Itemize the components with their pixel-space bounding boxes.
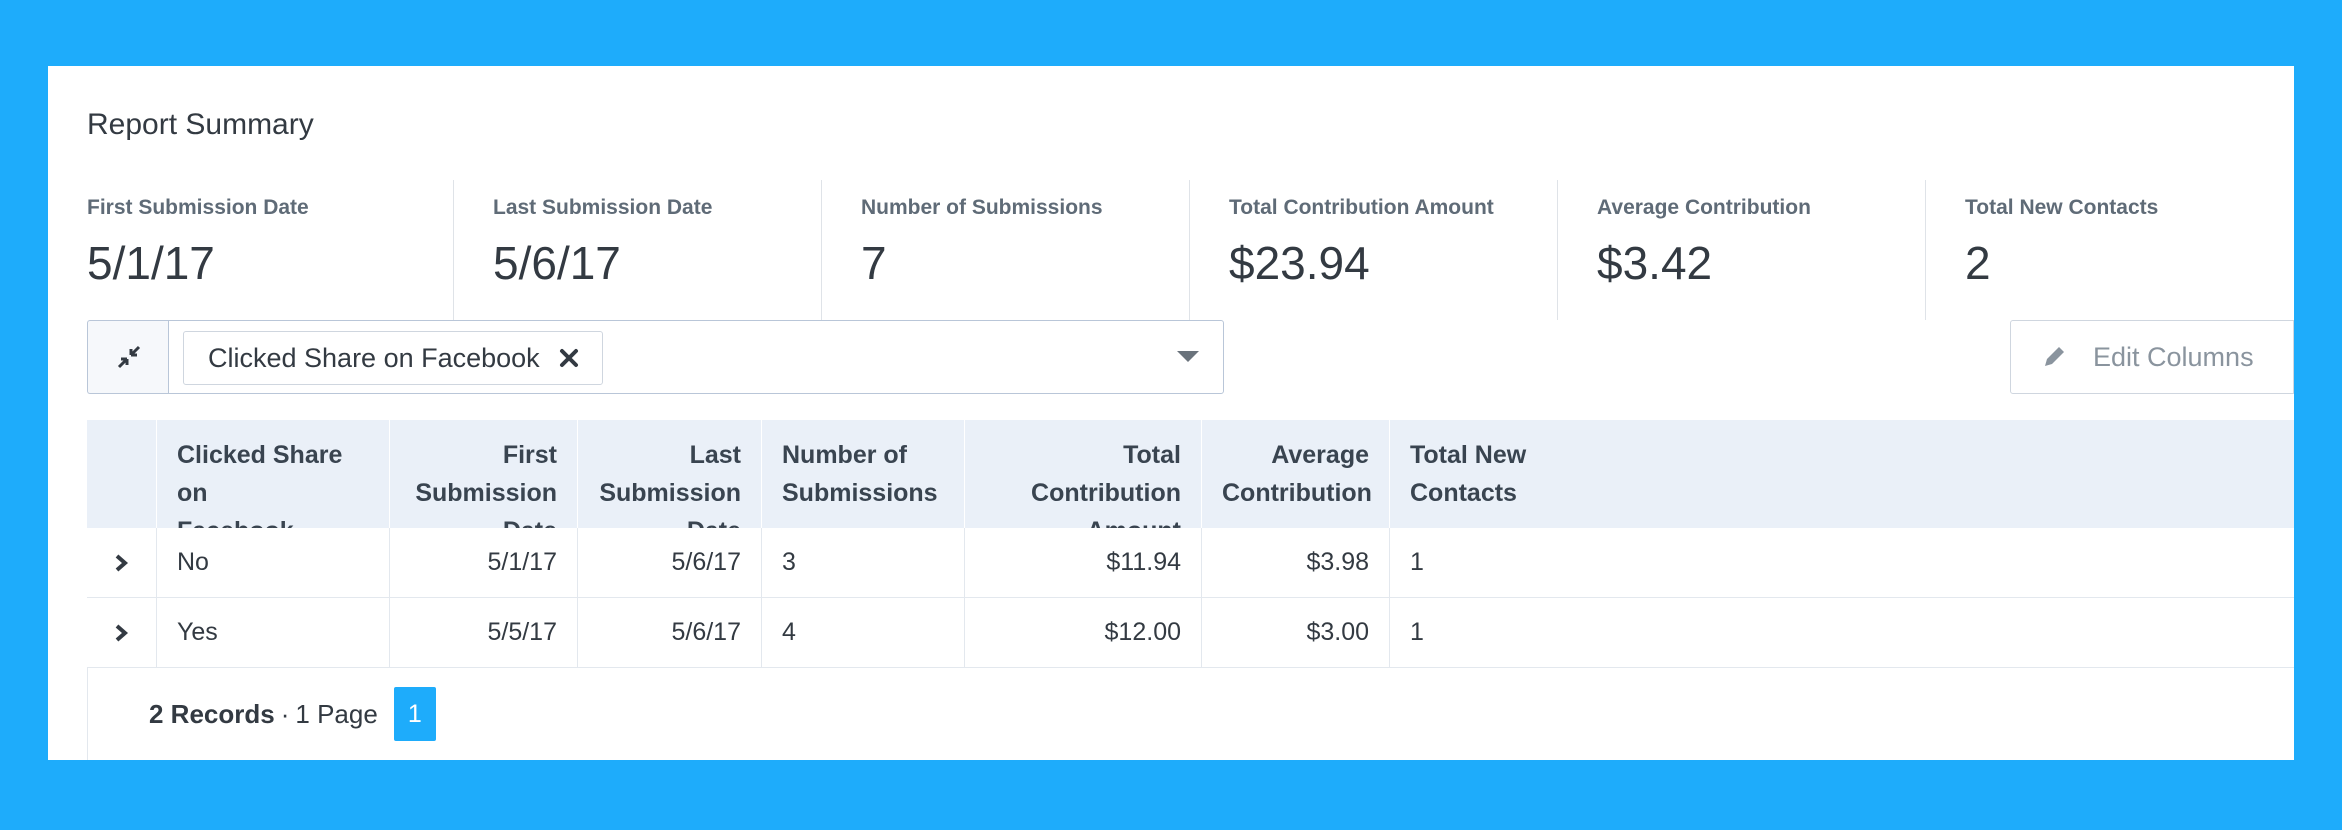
header-number-submissions[interactable]: Number of Submissions [762,420,965,528]
cell-last: 5/6/17 [578,598,762,667]
header-clicked-share[interactable]: Clicked Share on Facebook [157,420,390,545]
header-line: First Submission [415,441,557,507]
header-line: Number of [782,441,907,469]
stat-label: Number of Submissions [861,196,1103,219]
cell-contacts: 1 [1410,548,1424,576]
header-line: Total New [1410,441,1527,469]
table-header: Clicked Share on Facebook First Submissi… [87,420,2294,545]
report-title: Report Summary [87,108,314,141]
table-row: No 5/1/17 5/6/17 3 $11.94 $3.98 1 [87,528,2294,598]
header-line: Total Contribution [1031,441,1181,507]
cell-avg: $3.00 [1202,598,1390,667]
stat-total-contribution: Total Contribution Amount $23.94 [1189,180,1557,320]
chevron-right-icon [115,623,128,642]
table-row: Yes 5/5/17 5/6/17 4 $12.00 $3.00 1 [87,598,2294,668]
stat-value: 7 [861,237,887,289]
stat-label: Total Contribution Amount [1229,196,1494,219]
cell-share: No [157,528,390,597]
collapse-arrows-icon [117,345,140,369]
stat-value: 2 [1965,237,1991,289]
cell-share: Yes [157,598,390,667]
filter-chip: Clicked Share on Facebook [183,331,603,385]
chevron-right-icon [115,553,128,572]
stat-label: First Submission Date [87,196,309,219]
filter-chip-label: Clicked Share on Facebook [208,342,540,373]
report-table: Clicked Share on Facebook First Submissi… [87,420,2294,760]
pagination: 2 Records · 1 Page 1 [149,668,436,760]
cell-count: 3 [762,528,965,597]
header-first-submission[interactable]: First Submission Date [390,420,578,545]
cell-total: $11.94 [965,528,1202,597]
pencil-icon [2041,344,2067,370]
stat-average-contribution: Average Contribution $3.42 [1557,180,1925,320]
stat-value: $3.42 [1597,237,1713,289]
edit-columns-button[interactable]: Edit Columns [2010,320,2294,394]
stat-last-submission: Last Submission Date 5/6/17 [453,180,821,320]
edit-columns-label: Edit Columns [2093,341,2254,372]
stat-value: 5/6/17 [493,237,621,289]
header-last-submission[interactable]: Last Submission Date [578,420,762,545]
stat-value: $23.94 [1229,237,1370,289]
stat-value: 5/1/17 [87,237,215,289]
stat-first-submission: First Submission Date 5/1/17 [48,180,453,320]
header-line: Submissions [782,479,938,507]
header-total-contribution[interactable]: Total Contribution Amount [965,420,1202,545]
header-expander [87,420,157,528]
report-panel: Report Summary First Submission Date 5/1… [48,66,2294,760]
close-icon[interactable] [558,347,580,369]
cell-first: 5/5/17 [390,598,578,667]
cell-first: 5/1/17 [390,528,578,597]
stat-label: Average Contribution [1597,196,1811,219]
stat-total-new-contacts: Total New Contacts 2 [1925,180,2294,320]
pagination-separator: · [280,698,290,729]
row-expand-button[interactable] [87,598,157,667]
header-average-contribution[interactable]: Average Contribution [1202,420,1390,528]
cell-count: 4 [762,598,965,667]
summary-stats: First Submission Date 5/1/17 Last Submis… [48,180,2294,320]
records-count: 2 Records [149,698,275,729]
cell-total: $12.00 [965,598,1202,667]
stat-label: Last Submission Date [493,196,713,219]
header-line: Last Submission [599,441,741,507]
header-total-new-contacts[interactable]: Total New Contacts [1390,420,2294,528]
row-expand-button[interactable] [87,528,157,597]
stat-number-submissions: Number of Submissions 7 [821,180,1189,320]
stat-label: Total New Contacts [1965,196,2159,219]
table-footer: 2 Records · 1 Page 1 [87,668,2294,760]
cell-avg: $3.98 [1202,528,1390,597]
header-line: Average [1271,441,1369,469]
cell-contacts: 1 [1410,618,1424,646]
collapse-filters-button[interactable] [87,320,169,394]
header-line: Contacts [1410,479,1517,507]
group-by-select[interactable]: Clicked Share on Facebook [168,320,1224,394]
header-line: Contribution [1222,479,1372,507]
page-button-1[interactable]: 1 [393,687,436,741]
header-line: Clicked Share on [177,441,343,507]
cell-last: 5/6/17 [578,528,762,597]
page-count: 1 Page [295,698,378,729]
caret-down-icon[interactable] [1177,351,1199,362]
